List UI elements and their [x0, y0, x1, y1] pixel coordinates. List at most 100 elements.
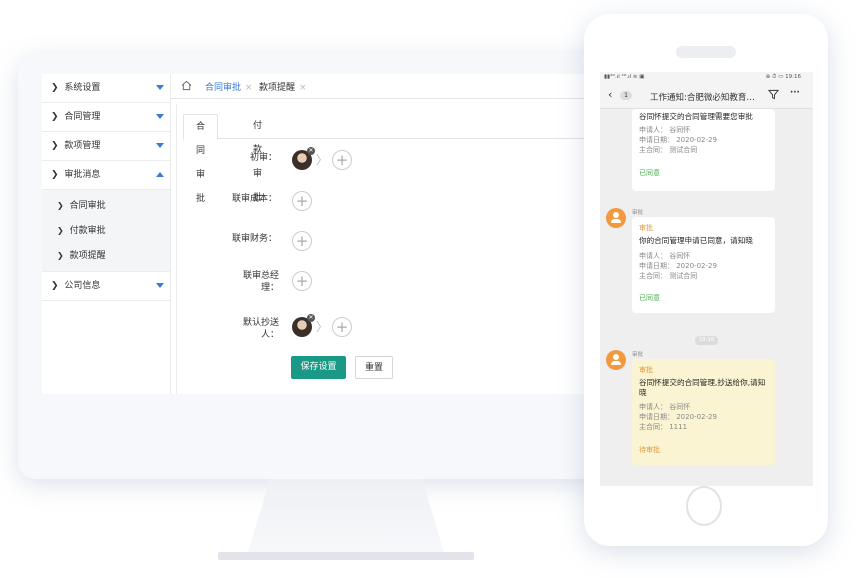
sidebar-item-contract-management[interactable]: ❯ 合同管理 [42, 103, 170, 132]
default-cc-label: 默认抄送人： [242, 318, 279, 340]
close-icon[interactable]: × [299, 83, 307, 93]
message-title: 你的合同管理申请已同意，请知晓 [639, 236, 753, 245]
status-time: ⊕ ⏱ ▭ 19:16 [765, 74, 801, 80]
message-tag: 审批 [639, 224, 653, 232]
caret-down-icon [156, 85, 164, 90]
message-card[interactable]: 审批 谷同怀提交的合同管理,抄送给你,请知晓 申请人： 谷同怀 申请日期： 20… [632, 359, 775, 465]
gm-review-label: 联审总经理： [242, 271, 279, 293]
avatar: ✕ [292, 147, 315, 170]
add-cc-button[interactable]: + [332, 317, 352, 337]
sidebar-subitem-label: 付款审批 [69, 226, 106, 236]
save-settings-button[interactable]: 保存设置 [291, 356, 346, 379]
desktop-app-screen: ❯ 系统设置 ❯ 合同管理 ❯ 款项管理 ❯ 审批消息 ❯ 合同审批 ❯ 付款审… [42, 74, 602, 394]
approval-bot-avatar [606, 350, 626, 370]
add-first-reviewer-button[interactable]: + [332, 150, 352, 170]
tab-contract-approval-settings[interactable]: 合同审批 [183, 114, 219, 204]
phone-frame: ▮▮⁴ᴳ.ıl ⁴ᴳ.ıl ≋ ▣ ⊕ ⏱ ▭ 19:16 ‹ 1 工作通知:合… [584, 14, 828, 546]
sidebar-item-system-settings[interactable]: ❯ 系统设置 [42, 74, 170, 103]
chevron-right-icon: ❯ [51, 83, 59, 93]
back-icon[interactable]: ‹ [608, 88, 612, 101]
phone-speaker [676, 46, 736, 58]
main-contract: 主合同： 1111 [639, 423, 688, 431]
apply-date: 申请日期： 2020-02-29 [639, 413, 717, 421]
sidebar-item-label: 款项管理 [64, 141, 101, 151]
chevron-right-icon: 〉 [316, 320, 329, 334]
chevron-right-icon: ❯ [57, 251, 64, 260]
filter-icon[interactable] [767, 89, 780, 103]
chevron-right-icon: ❯ [51, 281, 59, 291]
caret-up-icon [156, 172, 164, 177]
reset-button[interactable]: 重置 [355, 356, 393, 379]
status-pending: 待审批 [639, 446, 660, 454]
sidebar-subitem-payment-approval[interactable]: ❯ 付款审批 [42, 218, 170, 243]
finance-review-label: 联审财务： [231, 234, 277, 244]
sidebar-subitem-label: 款项提醒 [69, 251, 106, 261]
time-divider: 19:16 [695, 336, 718, 345]
message-title: 谷同怀提交的合同管理,抄送给你,请知晓 [639, 378, 766, 397]
tab-divider [183, 138, 602, 139]
sidebar: ❯ 系统设置 ❯ 合同管理 ❯ 款项管理 ❯ 审批消息 ❯ 合同审批 ❯ 付款审… [42, 74, 171, 394]
signal-icons: ▮▮⁴ᴳ.ıl ⁴ᴳ.ıl ≋ ▣ [604, 74, 645, 80]
chat-title: 工作通知:合肥微必知教育… [650, 93, 755, 103]
home-icon[interactable] [181, 80, 192, 94]
remove-icon[interactable]: ✕ [307, 314, 315, 322]
tab-contract-approval[interactable]: 合同审批 × [205, 80, 253, 93]
cost-review-label: 联审成本： [231, 194, 277, 204]
sidebar-item-label: 审批消息 [64, 170, 101, 180]
chevron-right-icon: ❯ [57, 201, 64, 210]
chevron-right-icon: ❯ [51, 112, 59, 122]
sidebar-item-payment-management[interactable]: ❯ 款项管理 [42, 132, 170, 161]
avatar: ✕ [292, 314, 315, 337]
status-bar: ▮▮⁴ᴳ.ıl ⁴ᴳ.ıl ≋ ▣ ⊕ ⏱ ▭ 19:16 [600, 72, 813, 84]
add-cost-reviewer-button[interactable]: + [292, 191, 312, 211]
approval-bot-avatar [606, 208, 626, 228]
page-tabbar: 合同审批 × 款项提醒 × [171, 74, 602, 99]
monitor-stand [246, 479, 446, 559]
applicant: 申请人： 谷同怀 [639, 126, 691, 134]
apply-date: 申请日期： 2020-02-29 [639, 136, 717, 144]
phone-home-button[interactable] [686, 486, 722, 526]
tab-label: 合同审批 [205, 83, 242, 93]
sidebar-item-company-info[interactable]: ❯ 公司信息 [42, 272, 170, 301]
main-contract: 主合同： 测试合同 [639, 146, 698, 154]
remove-icon[interactable]: ✕ [307, 147, 315, 155]
tab-payment-reminder[interactable]: 款项提醒 × [259, 80, 307, 93]
caret-down-icon [156, 143, 164, 148]
chevron-right-icon: 〉 [316, 153, 329, 167]
chevron-right-icon: ❯ [51, 170, 59, 180]
sidebar-item-label: 公司信息 [64, 281, 101, 291]
caret-down-icon [156, 114, 164, 119]
message-title: 谷同怀提交的合同管理需要您审批 [639, 112, 753, 121]
status-approved: 已同意 [639, 169, 660, 177]
monitor-base [218, 552, 474, 560]
sender-name: 审批 [632, 352, 644, 358]
sender-name: 审批 [632, 210, 644, 216]
chat-navbar: ‹ 1 工作通知:合肥微必知教育… ··· [600, 84, 813, 109]
sidebar-subitem-label: 合同审批 [69, 201, 106, 211]
tab-payment-approval-settings[interactable]: 付款审批 [241, 114, 274, 203]
settings-panel: 合同审批 付款审批 初审： ✕ 〉 + 联审成本： + 联审财务： + 联审总经… [176, 104, 602, 394]
add-gm-reviewer-button[interactable]: + [292, 271, 312, 291]
sidebar-item-approval-messages[interactable]: ❯ 审批消息 [42, 161, 170, 190]
message-card[interactable]: 审批 你的合同管理申请已同意，请知晓 申请人： 谷同怀 申请日期： 2020-0… [632, 217, 775, 313]
main-contract: 主合同： 测试合同 [639, 272, 698, 280]
message-card[interactable]: 谷同怀提交的合同管理需要您审批 申请人： 谷同怀 申请日期： 2020-02-2… [632, 109, 775, 191]
chevron-right-icon: ❯ [57, 226, 64, 235]
close-icon[interactable]: × [245, 83, 253, 93]
add-finance-reviewer-button[interactable]: + [292, 231, 312, 251]
sidebar-subitem-payment-reminder[interactable]: ❯ 款项提醒 [42, 243, 170, 268]
sidebar-submenu: ❯ 合同审批 ❯ 付款审批 ❯ 款项提醒 [42, 190, 170, 272]
message-tag: 审批 [639, 366, 653, 374]
unread-badge: 1 [620, 91, 632, 100]
applicant: 申请人： 谷同怀 [639, 252, 691, 260]
tab-label: 款项提醒 [259, 83, 296, 93]
phone-screen: ▮▮⁴ᴳ.ıl ⁴ᴳ.ıl ≋ ▣ ⊕ ⏱ ▭ 19:16 ‹ 1 工作通知:合… [600, 72, 813, 486]
sidebar-subitem-contract-approval[interactable]: ❯ 合同审批 [42, 193, 170, 218]
caret-down-icon [156, 283, 164, 288]
apply-date: 申请日期： 2020-02-29 [639, 262, 717, 270]
more-icon[interactable]: ··· [790, 88, 800, 98]
first-review-label: 初审： [249, 153, 277, 163]
sidebar-item-label: 系统设置 [64, 83, 101, 93]
chevron-right-icon: ❯ [51, 141, 59, 151]
sidebar-item-label: 合同管理 [64, 112, 101, 122]
